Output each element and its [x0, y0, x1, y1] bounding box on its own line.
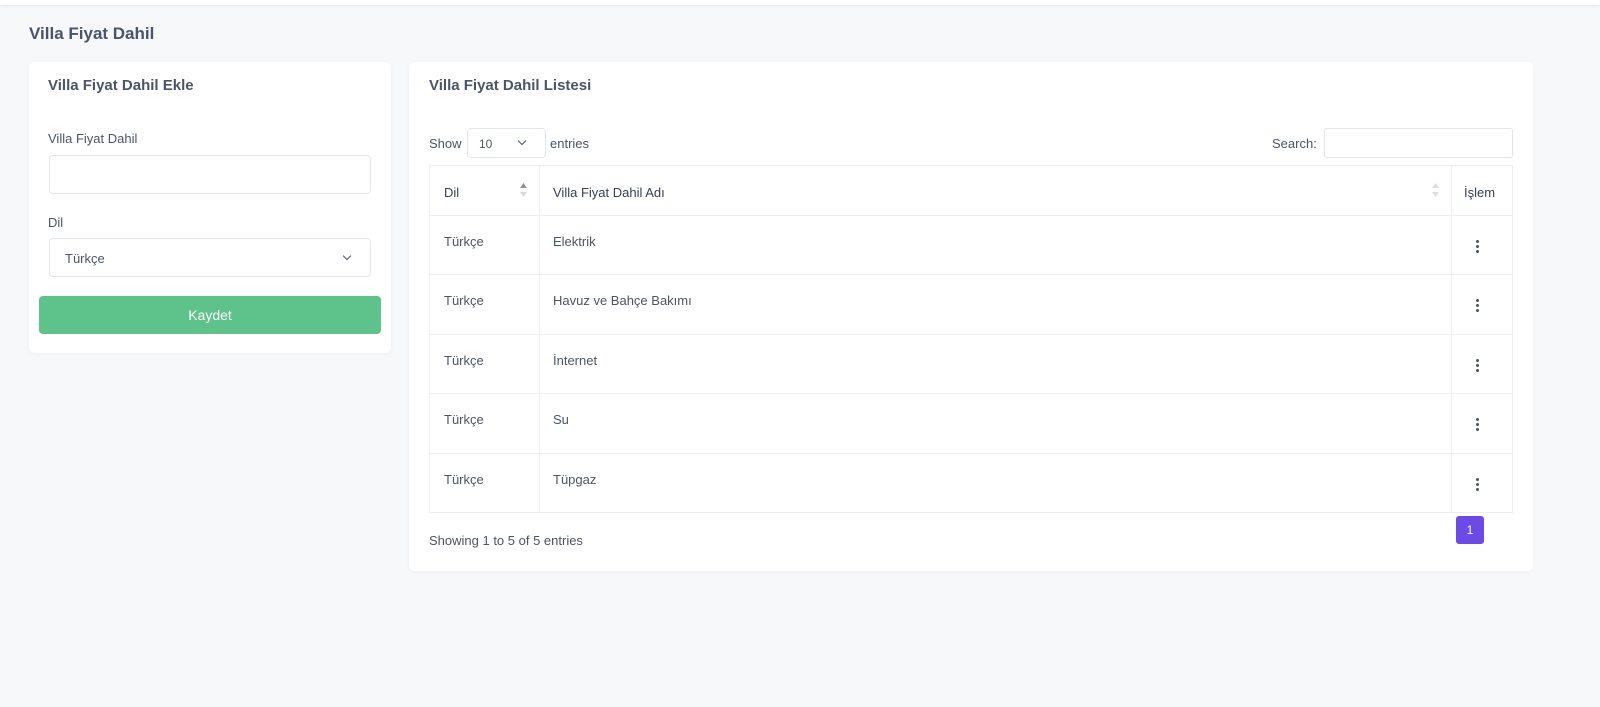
add-form-card: Villa Fiyat Dahil Ekle Villa Fiyat Dahil…: [29, 62, 391, 353]
row-divider: [430, 215, 1512, 216]
kebab-menu-icon[interactable]: [1476, 240, 1480, 254]
language-select[interactable]: Türkçe: [49, 238, 371, 277]
list-title: Villa Fiyat Dahil Listesi: [429, 77, 592, 94]
search-input[interactable]: [1324, 128, 1513, 158]
page-title: Villa Fiyat Dahil: [29, 24, 155, 43]
sort-icon[interactable]: [1432, 183, 1439, 197]
table-cell-lang: Türkçe: [444, 412, 484, 427]
table-cell-name: Havuz ve Bahçe Bakımı: [553, 293, 692, 308]
search-label: Search:: [1272, 136, 1317, 151]
page-length-value: 10: [479, 137, 493, 151]
name-input[interactable]: [49, 155, 371, 194]
table-info: Showing 1 to 5 of 5 entries: [429, 533, 583, 548]
name-field-label: Villa Fiyat Dahil: [48, 131, 138, 146]
sort-icon[interactable]: [520, 183, 527, 197]
form-title: Villa Fiyat Dahil Ekle: [48, 77, 194, 94]
column-divider: [539, 166, 540, 512]
chevron-down-icon: [517, 136, 527, 146]
column-header-name[interactable]: Villa Fiyat Dahil Adı: [553, 185, 665, 200]
column-divider: [1451, 166, 1452, 512]
table-cell-name: İnternet: [553, 353, 598, 368]
row-divider: [430, 453, 1512, 454]
pagination-page-button[interactable]: 1: [1456, 516, 1484, 544]
language-selected-value: Türkçe: [65, 251, 105, 266]
kebab-menu-icon[interactable]: [1476, 418, 1480, 432]
table-cell-lang: Türkçe: [444, 234, 484, 249]
top-bar: [0, 0, 1600, 5]
row-divider: [430, 334, 1512, 335]
list-card: Villa Fiyat Dahil Listesi Show 10 entrie…: [409, 62, 1533, 571]
language-field-label: Dil: [48, 215, 64, 230]
chevron-down-icon: [342, 251, 352, 261]
row-divider: [430, 393, 1512, 394]
column-header-actions: İşlem: [1464, 185, 1496, 200]
kebab-menu-icon[interactable]: [1476, 299, 1480, 313]
table-cell-lang: Türkçe: [444, 472, 484, 487]
page-length-select[interactable]: 10: [467, 128, 546, 158]
data-table: Dil Villa Fiyat Dahil Adı İşlem Türkçe E…: [429, 165, 1513, 513]
table-cell-name: Tüpgaz: [553, 472, 597, 487]
table-cell-lang: Türkçe: [444, 293, 484, 308]
show-label: Show: [429, 136, 462, 151]
table-cell-name: Su: [553, 412, 569, 427]
column-header-lang[interactable]: Dil: [444, 185, 459, 200]
row-divider: [430, 274, 1512, 275]
table-cell-lang: Türkçe: [444, 353, 484, 368]
entries-label: entries: [550, 136, 590, 151]
kebab-menu-icon[interactable]: [1476, 359, 1480, 373]
table-cell-name: Elektrik: [553, 234, 596, 249]
kebab-menu-icon[interactable]: [1476, 478, 1480, 492]
save-button[interactable]: Kaydet: [39, 296, 381, 334]
